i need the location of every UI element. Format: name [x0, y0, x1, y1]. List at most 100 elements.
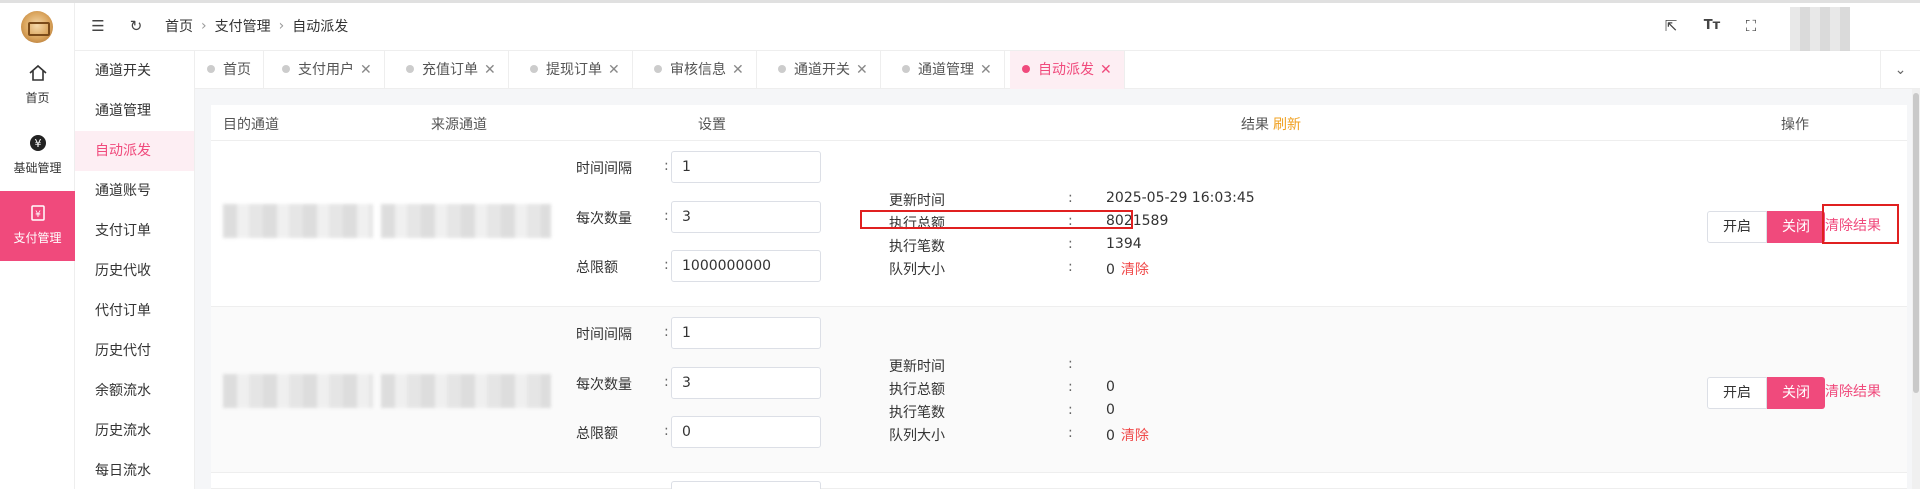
close-icon[interactable]: ✕ — [732, 62, 744, 78]
tab-label: 自动派发 — [1038, 62, 1094, 78]
close-icon[interactable]: ✕ — [856, 62, 868, 78]
rail-item-payment[interactable]: ¥ 支付管理 — [0, 191, 75, 261]
font-size-icon[interactable]: Tт — [1701, 15, 1723, 37]
tab-withdraw-orders[interactable]: 提现订单 ✕ — [518, 51, 633, 89]
submenu-item[interactable]: 支付订单 — [75, 211, 194, 251]
colon: : — [664, 257, 669, 273]
tab-auto-dispatch[interactable]: 自动派发 ✕ — [1010, 51, 1125, 89]
colon: : — [1068, 402, 1073, 418]
header-bar: ☰ ↻ 首页 › 支付管理 › 自动派发 ⇱ Tт ⛶ — [75, 3, 1920, 51]
open-button[interactable]: 开启 — [1707, 377, 1767, 409]
colon: : — [664, 374, 669, 390]
close-icon[interactable]: ✕ — [608, 62, 620, 78]
breadcrumb-item[interactable]: 支付管理 — [215, 16, 271, 36]
dispatch-table: 目的通道 来源通道 设置 结果刷新 操作 时间间隔 : 每次数量 : 总限额 :… — [211, 105, 1907, 489]
refresh-link[interactable]: 刷新 — [1273, 117, 1301, 133]
colon: : — [1068, 236, 1073, 252]
submenu-item[interactable]: 余额流水 — [75, 371, 194, 411]
tab-channel-manage[interactable]: 通道管理 ✕ — [890, 51, 1005, 89]
close-button[interactable]: 关闭 — [1767, 377, 1825, 409]
total-limit-input[interactable] — [671, 416, 821, 448]
table-header: 目的通道 来源通道 设置 结果 刷新 操作 — [211, 105, 1907, 141]
queue-size-number: 0 — [1106, 262, 1115, 278]
close-button[interactable]: 关闭 — [1767, 211, 1825, 243]
clear-result-button[interactable]: 清除结果 — [1825, 381, 1881, 401]
target-channel-redacted — [223, 374, 373, 408]
submenu-item-active[interactable]: 自动派发 — [75, 131, 194, 171]
open-button[interactable]: 开启 — [1707, 211, 1767, 243]
setting-label: 每次数量 — [576, 377, 632, 393]
tab-dot — [282, 65, 290, 73]
tab-pay-users[interactable]: 支付用户 ✕ — [270, 51, 385, 89]
header-target: 目的通道 — [223, 117, 279, 133]
submenu-item[interactable]: 代付订单 — [75, 291, 194, 331]
rail-item-label: 基础管理 — [13, 161, 62, 175]
result-label: 更新时间 — [889, 193, 945, 209]
interval-input[interactable] — [671, 151, 821, 183]
tab-recharge-orders[interactable]: 充值订单 ✕ — [394, 51, 509, 89]
result-label: 执行笔数 — [889, 405, 945, 421]
tab-bar: 首页 支付用户 ✕ 充值订单 ✕ 提现订单 ✕ 审核信息 ✕ 通道开关 ✕ 通道管理 ✕ 自… — [195, 51, 1920, 89]
submenu-item[interactable]: 每日流水 — [75, 451, 194, 489]
setting-label: 总限额 — [576, 260, 618, 276]
tab-label: 提现订单 — [546, 62, 602, 78]
submenu-item[interactable]: 通道账号 — [75, 171, 194, 211]
chevron-right-icon: › — [278, 18, 285, 34]
rail-item-basic[interactable]: ¥ 基础管理 — [0, 121, 75, 191]
chevron-down-icon[interactable]: ⌄ — [1880, 51, 1920, 89]
avatar[interactable] — [1790, 7, 1850, 51]
submenu-item[interactable]: 历史代付 — [75, 331, 194, 371]
setting-label: 总限额 — [576, 426, 618, 442]
clear-queue-link[interactable]: 清除 — [1121, 428, 1149, 444]
header-settings: 设置 — [698, 117, 726, 133]
submenu-item[interactable]: 通道开关 — [75, 51, 194, 91]
rail-item-label: 支付管理 — [13, 231, 62, 245]
close-icon[interactable]: ✕ — [980, 62, 992, 78]
setting-label: 时间间隔 — [576, 327, 632, 343]
export-icon[interactable]: ⇱ — [1660, 15, 1682, 37]
payment-icon: ¥ — [27, 203, 49, 225]
total-limit-input[interactable] — [671, 250, 821, 282]
tab-audit-info[interactable]: 审核信息 ✕ — [642, 51, 757, 89]
tab-label: 充值订单 — [422, 62, 478, 78]
rail-item-label: 首页 — [25, 91, 50, 105]
header-result: 结果 刷新 — [1241, 114, 1301, 134]
close-icon[interactable]: ✕ — [360, 62, 372, 78]
colon: : — [1068, 379, 1073, 395]
colon: : — [1068, 259, 1073, 275]
vertical-scrollbar[interactable] — [1912, 89, 1920, 489]
breadcrumb-item[interactable]: 首页 — [165, 16, 193, 36]
tab-home[interactable]: 首页 — [195, 51, 264, 89]
batch-size-input[interactable] — [671, 367, 821, 399]
scrollbar-thumb[interactable] — [1913, 93, 1919, 393]
table-row — [211, 473, 1907, 489]
refresh-icon[interactable]: ↻ — [125, 15, 147, 37]
submenu-item[interactable]: 历史代收 — [75, 251, 194, 291]
submenu-item[interactable]: 历史流水 — [75, 411, 194, 451]
colon: : — [1068, 356, 1073, 372]
home-icon — [27, 63, 49, 85]
rail-item-home[interactable]: 首页 — [0, 51, 75, 121]
collapse-menu-icon[interactable]: ☰ — [87, 15, 109, 37]
interval-input[interactable] — [671, 317, 821, 349]
sub-menu: 通道开关 通道管理 自动派发 通道账号 支付订单 历史代收 代付订单 历史代付 … — [75, 51, 195, 489]
app-logo — [21, 11, 53, 43]
tab-dot — [207, 65, 215, 73]
batch-size-input[interactable] — [671, 201, 821, 233]
clear-queue-link[interactable]: 清除 — [1121, 262, 1149, 278]
colon: : — [1068, 190, 1073, 206]
close-icon[interactable]: ✕ — [1100, 62, 1112, 78]
colon: : — [1068, 425, 1073, 441]
chevron-right-icon: › — [201, 18, 207, 34]
fullscreen-icon[interactable]: ⛶ — [1740, 15, 1762, 37]
close-icon[interactable]: ✕ — [484, 62, 496, 78]
submenu-item[interactable]: 通道管理 — [75, 91, 194, 131]
tab-channel-switch[interactable]: 通道开关 ✕ — [766, 51, 881, 89]
tab-dot — [406, 65, 414, 73]
source-channel-redacted — [381, 374, 551, 408]
queue-size-number: 0 — [1106, 428, 1115, 444]
tab-label: 通道开关 — [794, 62, 850, 78]
exec-count-value: 0 — [1106, 402, 1115, 418]
interval-input-partial[interactable] — [671, 481, 821, 489]
tab-dot — [902, 65, 910, 73]
